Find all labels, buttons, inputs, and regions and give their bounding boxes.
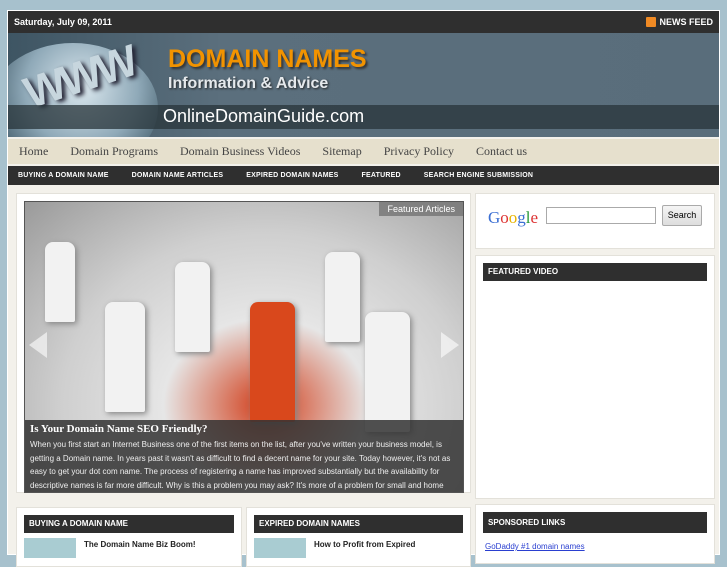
page: Saturday, July 09, 2011 NEWS FEED WWW DO… — [7, 10, 720, 567]
figure — [365, 312, 410, 432]
google-logo: Google — [488, 208, 539, 227]
rss-icon — [646, 17, 657, 28]
google-search-panel: Google Search — [475, 193, 715, 249]
sponsored-link[interactable]: GoDaddy #1 domain names — [485, 542, 585, 551]
cat-seo[interactable]: SEARCH ENGINE SUBMISSION — [424, 172, 533, 179]
prev-arrow-icon[interactable] — [29, 332, 47, 358]
date: Saturday, July 09, 2011 — [14, 17, 112, 27]
slide-excerpt: When you first start an Internet Busines… — [30, 440, 451, 490]
search-button[interactable]: Search — [662, 205, 702, 226]
next-arrow-icon[interactable] — [441, 332, 459, 358]
figure-red — [250, 302, 295, 422]
featured-video-panel: FEATURED VIDEO — [475, 255, 715, 499]
sponsored-panel: SPONSORED LINKS GoDaddy #1 domain names — [475, 504, 715, 564]
featured-articles-tag: Featured Articles — [379, 202, 463, 216]
header-banner[interactable]: WWW DOMAIN NAMES Information & Advice On… — [8, 33, 719, 137]
cat-articles[interactable]: DOMAIN NAME ARTICLES — [132, 172, 224, 179]
expired-section: EXPIRED DOMAIN NAMES How to Profit from … — [246, 507, 471, 567]
slide-image[interactable]: Featured Articles Is Your Domain Name SE… — [24, 201, 464, 493]
figure — [325, 252, 360, 342]
post-thumbnail[interactable] — [254, 538, 306, 558]
cat-expired[interactable]: EXPIRED DOMAIN NAMES — [246, 172, 338, 179]
site-domain: OnlineDomainGuide.com — [163, 106, 365, 126]
nav-privacy-policy[interactable]: Privacy Policy — [384, 144, 454, 159]
featured-slider: Featured Articles Is Your Domain Name SE… — [16, 193, 471, 493]
sponsored-heading: SPONSORED LINKS — [483, 512, 707, 533]
site-subtitle: Information & Advice — [168, 75, 329, 92]
cat-buying[interactable]: BUYING A DOMAIN NAME — [18, 172, 109, 179]
nav-domain-programs[interactable]: Domain Programs — [70, 144, 158, 159]
search-input[interactable] — [546, 207, 656, 224]
top-bar: Saturday, July 09, 2011 NEWS FEED — [8, 11, 719, 33]
figure — [175, 262, 210, 352]
category-nav: BUYING A DOMAIN NAME DOMAIN NAME ARTICLE… — [8, 166, 719, 185]
featured-video-heading: FEATURED VIDEO — [483, 263, 707, 281]
main-nav: Home Domain Programs Domain Business Vid… — [8, 139, 719, 164]
section-heading: EXPIRED DOMAIN NAMES — [254, 515, 463, 533]
nav-contact-us[interactable]: Contact us — [476, 144, 527, 159]
buying-section: BUYING A DOMAIN NAME The Domain Name Biz… — [16, 507, 242, 567]
news-feed-link[interactable]: NEWS FEED — [646, 17, 713, 28]
section-heading: BUYING A DOMAIN NAME — [24, 515, 234, 533]
slide-title[interactable]: Is Your Domain Name SEO Friendly? — [30, 423, 458, 435]
post-thumbnail[interactable] — [24, 538, 76, 558]
figure — [105, 302, 145, 412]
cat-featured[interactable]: FEATURED — [362, 172, 401, 179]
nav-domain-business-videos[interactable]: Domain Business Videos — [180, 144, 300, 159]
nav-home[interactable]: Home — [19, 144, 48, 159]
site-title: DOMAIN NAMES — [168, 45, 367, 73]
nav-sitemap[interactable]: Sitemap — [322, 144, 361, 159]
figure — [45, 242, 75, 322]
slide-caption: Is Your Domain Name SEO Friendly? When y… — [25, 420, 463, 492]
